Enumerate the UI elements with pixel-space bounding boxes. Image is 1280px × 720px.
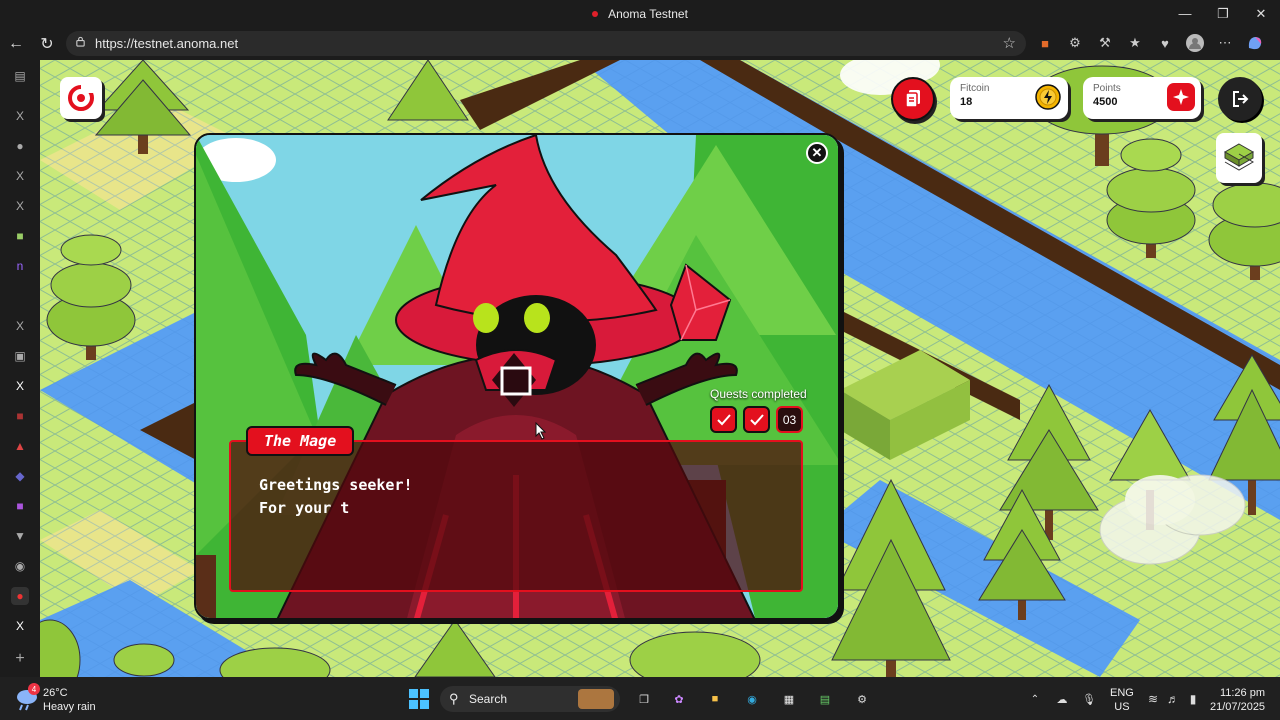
- anoma-logo-icon: [68, 85, 94, 111]
- sidebar-app-icon[interactable]: ▼: [11, 527, 29, 545]
- lang-2: US: [1114, 701, 1130, 713]
- sidebar-x-icon[interactable]: X: [11, 377, 29, 395]
- inventory-button[interactable]: [891, 77, 935, 121]
- add-sidebar-icon[interactable]: +: [11, 650, 29, 668]
- sidebar-app-icon[interactable]: ▣: [11, 347, 29, 365]
- show-hidden-icons-icon[interactable]: ⌃: [1021, 686, 1049, 712]
- extension-fox-icon[interactable]: ■: [1035, 33, 1055, 53]
- refresh-icon[interactable]: ↻: [36, 33, 58, 55]
- lang-1: ENG: [1110, 687, 1134, 699]
- window-title-text: Anoma Testnet: [608, 7, 688, 21]
- sidebar-x-icon[interactable]: X: [11, 317, 29, 335]
- profile-avatar-icon[interactable]: [1185, 33, 1205, 53]
- close-window-icon[interactable]: ✕: [1242, 0, 1280, 27]
- search-highlight-icon: [578, 689, 614, 709]
- address-bar[interactable]: https://testnet.anoma.net ☆: [66, 31, 1026, 56]
- back-icon[interactable]: ←: [5, 33, 27, 55]
- url-text: https://testnet.anoma.net: [95, 36, 239, 51]
- fitcoin-label: Fitcoin: [960, 83, 990, 94]
- sidebar-x-icon[interactable]: X: [11, 167, 29, 185]
- browser-sidebar: ▤ X ● X X ■ n X ▣ X ■ ▲ ◆ ■ ▼ ◉ ● X +: [0, 60, 40, 677]
- close-icon: ✕: [811, 145, 823, 160]
- check-icon: [716, 413, 731, 425]
- sidebar-app-icon[interactable]: ■: [11, 407, 29, 425]
- quest-current: 03: [776, 406, 803, 433]
- sidebar-app-icon[interactable]: n: [11, 257, 29, 275]
- clock[interactable]: 11:26 pm 21/07/2025: [1210, 687, 1265, 713]
- weather-temp: 26°C: [43, 687, 68, 699]
- quests-label: Quests completed: [710, 387, 807, 401]
- browser-toolbar: ← ↻ https://testnet.anoma.net ☆ ■ ⚙ ⚒ ★ …: [0, 27, 1280, 60]
- lock-icon: [76, 36, 85, 47]
- copilot-icon[interactable]: [1245, 33, 1265, 53]
- more-menu-icon[interactable]: ⋯: [1215, 33, 1235, 53]
- favorite-star-icon[interactable]: ☆: [1003, 34, 1016, 52]
- map-button[interactable]: [1216, 133, 1262, 183]
- anoma-logo-button[interactable]: [60, 77, 102, 119]
- sidebar-app-icon[interactable]: ■: [11, 497, 29, 515]
- restore-icon[interactable]: ❐: [1204, 0, 1242, 27]
- sidebar-x-icon[interactable]: X: [11, 197, 29, 215]
- points-star-icon: [1167, 83, 1195, 111]
- dialog-text: Greetings seeker! For your t: [259, 476, 413, 517]
- start-icon[interactable]: [405, 686, 433, 712]
- weather-desc: Heavy rain: [43, 701, 96, 713]
- logout-button[interactable]: [1218, 77, 1262, 121]
- mouse-cursor-icon: [535, 422, 547, 440]
- date: 21/07/2025: [1210, 701, 1266, 713]
- copilot-taskbar-icon[interactable]: ✿: [665, 686, 693, 712]
- extensions-puzzle-icon[interactable]: ⚙: [1065, 33, 1085, 53]
- task-view-icon[interactable]: ❐: [630, 686, 658, 712]
- microphone-icon[interactable]: 🎙: [1075, 686, 1103, 712]
- quest-check-1: [710, 406, 737, 433]
- search-label: Search: [469, 692, 508, 706]
- points-value: 4500: [1093, 96, 1118, 108]
- taskbar-search[interactable]: ⚲ Search: [440, 686, 620, 712]
- close-dialog-button[interactable]: ✕: [806, 142, 828, 164]
- sidebar-x-icon[interactable]: X: [11, 617, 29, 635]
- points-stat: Points 4500: [1083, 77, 1201, 119]
- sidebar-app-icon[interactable]: ■: [11, 227, 29, 245]
- sidebar-app-icon[interactable]: ◆: [11, 467, 29, 485]
- game-canvas[interactable]: Fitcoin 18 Points 4500 ✕ Quests complete…: [40, 60, 1280, 677]
- browser-essentials-icon[interactable]: ♥: [1155, 33, 1175, 53]
- logout-icon: [1233, 91, 1249, 107]
- quest-check-2: [743, 406, 770, 433]
- sidebar-app-icon[interactable]: ◉: [11, 557, 29, 575]
- store-icon[interactable]: ▦: [775, 686, 803, 712]
- fitcoin-coin-icon: [1034, 83, 1062, 111]
- performance-icon[interactable]: ⚒: [1095, 33, 1115, 53]
- notepad-icon[interactable]: ▤: [811, 686, 839, 712]
- weather-widget[interactable]: 4 26°C Heavy rain: [14, 683, 164, 713]
- time: 11:26 pm: [1219, 687, 1265, 699]
- cards-icon: [905, 90, 920, 108]
- sidebar-app-icon[interactable]: ▲: [11, 437, 29, 455]
- tabs-icon[interactable]: ▤: [11, 67, 29, 85]
- favicon-icon: [592, 11, 599, 17]
- app-icon[interactable]: ⚙: [848, 686, 876, 712]
- fitcoin-stat: Fitcoin 18: [950, 77, 1068, 119]
- windows-taskbar: 4 26°C Heavy rain ⚲ Search ❐ ✿ ■ ◉ ▦ ▤ ⚙…: [0, 677, 1280, 720]
- fitcoin-value: 18: [960, 96, 973, 108]
- window-title: Anoma Testnet: [0, 7, 1280, 21]
- search-icon: ⚲: [449, 691, 459, 706]
- file-explorer-icon[interactable]: ■: [701, 686, 729, 712]
- sidebar-app-icon[interactable]: ●: [11, 137, 29, 155]
- battery-icon[interactable]: ▮: [1179, 686, 1207, 712]
- isometric-map-icon: [1223, 143, 1255, 171]
- favorites-icon[interactable]: ★: [1125, 33, 1145, 53]
- edge-icon[interactable]: ◉: [738, 686, 766, 712]
- speaker-name: The Mage: [246, 426, 355, 456]
- sidebar-anoma-icon[interactable]: ●: [11, 587, 29, 605]
- cloud-sync-icon[interactable]: ☁: [1048, 686, 1076, 712]
- sidebar-x-icon[interactable]: X: [11, 107, 29, 125]
- language-indicator[interactable]: ENG US: [1110, 687, 1134, 713]
- check-icon: [749, 413, 764, 425]
- weather-alert-badge: 4: [28, 683, 40, 695]
- points-label: Points: [1093, 83, 1121, 94]
- minimize-icon[interactable]: —: [1166, 0, 1204, 27]
- window-titlebar: Anoma Testnet — ❐ ✕: [0, 0, 1280, 27]
